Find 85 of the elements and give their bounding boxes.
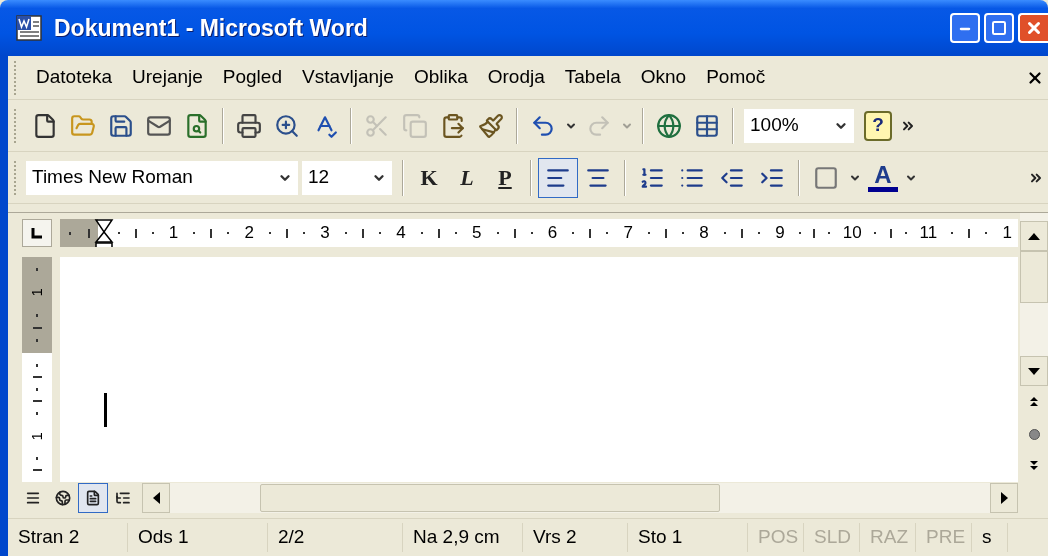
- maximize-icon: [991, 20, 1007, 36]
- align-left-button[interactable]: [538, 157, 578, 198]
- ruler-number: 5: [471, 222, 482, 245]
- underline-button[interactable]: P: [486, 158, 524, 197]
- print-layout-icon: [85, 490, 101, 506]
- print-preview-icon: [274, 112, 300, 139]
- scroll-left-button[interactable]: [142, 483, 170, 513]
- left-tab-icon: [31, 227, 43, 239]
- menu-item[interactable]: Okno: [630, 60, 697, 95]
- scroll-thumb[interactable]: [1020, 251, 1048, 303]
- menu-item[interactable]: Tabela: [554, 60, 631, 95]
- format-painter-icon: [478, 112, 504, 139]
- hyperlink-icon: [656, 112, 682, 139]
- normal-view-icon: [25, 490, 41, 506]
- double-up-arrow-icon: [1028, 396, 1040, 408]
- menu-item[interactable]: Orodja: [477, 60, 555, 95]
- ruler-number: 1: [26, 431, 46, 440]
- font-combo[interactable]: Times New Roman: [26, 160, 298, 195]
- web-layout-icon: [55, 490, 71, 506]
- italic-button[interactable]: L: [448, 158, 486, 197]
- horizontal-scrollbar[interactable]: [142, 483, 1018, 513]
- ruler-number: 8: [699, 222, 709, 245]
- close-button[interactable]: [1018, 13, 1048, 43]
- ruler-number: 9: [775, 222, 785, 245]
- tab-selector-button[interactable]: [22, 219, 52, 247]
- status-field: Ods 1: [128, 523, 268, 552]
- menu-item[interactable]: Pogled: [212, 60, 292, 95]
- print-layout-button[interactable]: [78, 483, 108, 513]
- menu-item[interactable]: Vstavljanje: [292, 60, 404, 95]
- minimize-button[interactable]: [950, 13, 980, 43]
- table-icon: [694, 112, 720, 139]
- status-field: Stran 2: [8, 523, 128, 552]
- ruler-number: 1: [1002, 222, 1012, 245]
- scroll-right-button[interactable]: [990, 483, 1018, 513]
- ruler-number: 10: [842, 222, 862, 245]
- ruler-number: 7: [623, 222, 633, 245]
- ruler-number: 6: [547, 222, 558, 245]
- save-icon: [108, 112, 134, 139]
- bold-button[interactable]: K: [410, 158, 448, 197]
- horizontal-ruler[interactable]: 1 2 3 4 5 6 7 8 9 10 11 1: [60, 219, 1018, 247]
- ruler-number: 11: [919, 222, 938, 245]
- menu-item[interactable]: Oblika: [403, 60, 478, 95]
- ruler-number: 1: [168, 222, 179, 245]
- outline-view-icon: [115, 490, 131, 506]
- search-icon: [184, 112, 210, 139]
- help-button[interactable]: ?: [864, 110, 892, 141]
- close-icon: [1025, 19, 1043, 37]
- ruler-number: 3: [320, 222, 330, 245]
- font-color-button[interactable]: A: [864, 157, 902, 198]
- vertical-scrollbar[interactable]: [1020, 213, 1048, 482]
- copy-icon: [402, 112, 428, 139]
- border-icon: [813, 164, 839, 191]
- document-icon: [14, 13, 44, 43]
- new-document-icon: [32, 112, 58, 139]
- status-field: POS: [748, 523, 804, 552]
- status-field: RAZ: [860, 523, 916, 552]
- indent-marker-icon[interactable]: [94, 219, 114, 247]
- window-title: Dokument1 - Microsoft Word: [54, 13, 368, 43]
- status-field: s: [972, 523, 1008, 552]
- menu-item[interactable]: Datoteka: [26, 60, 123, 95]
- scroll-down-button[interactable]: [1020, 356, 1048, 386]
- text-cursor: [104, 393, 107, 427]
- ruler-number: 4: [396, 222, 406, 245]
- menu-item[interactable]: Pomoč: [696, 60, 776, 95]
- previous-page-button[interactable]: [1020, 386, 1048, 418]
- font-size-combo[interactable]: 12: [302, 160, 392, 195]
- zoom-combo[interactable]: 100%: [744, 108, 854, 143]
- status-field: Vrs 2: [523, 523, 628, 552]
- ruler-number: 1: [26, 288, 46, 297]
- vertical-ruler[interactable]: 1 1: [22, 257, 52, 482]
- printer-icon: [236, 112, 262, 139]
- ruler-number: 2: [244, 222, 255, 245]
- scroll-up-button[interactable]: [1020, 221, 1048, 251]
- maximize-button[interactable]: [984, 13, 1014, 43]
- status-field: SLD: [804, 523, 860, 552]
- status-field: 2/2: [268, 523, 403, 552]
- cut-icon: [364, 112, 390, 139]
- scroll-thumb[interactable]: [260, 484, 720, 512]
- open-folder-icon: [70, 112, 96, 139]
- status-field: Sto 1: [628, 523, 748, 552]
- menu-item[interactable]: Urejanje: [122, 60, 213, 95]
- status-field: PRE: [916, 523, 972, 552]
- status-field: Na 2,9 cm: [403, 523, 523, 552]
- double-down-arrow-icon: [1028, 460, 1040, 472]
- paste-icon: [440, 112, 466, 139]
